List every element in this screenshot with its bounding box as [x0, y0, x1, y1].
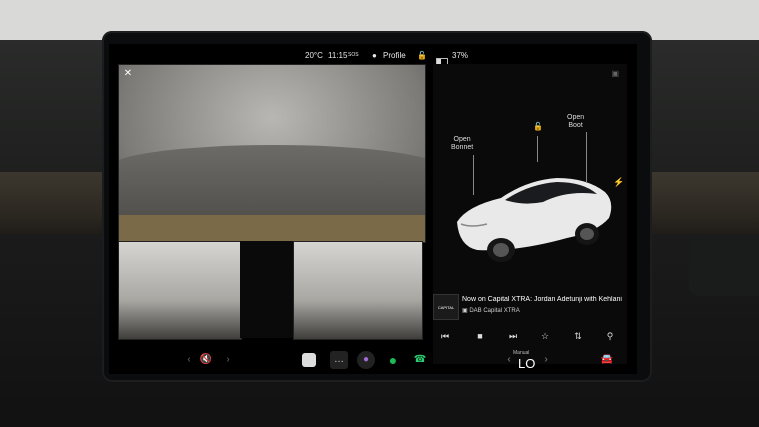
battery-percent: 37% [452, 51, 469, 60]
mute-icon[interactable]: 🔇 [197, 351, 215, 369]
left-repeater-camera-view[interactable] [118, 241, 242, 340]
climate-temp[interactable]: LO [518, 356, 535, 371]
previous-icon[interactable]: ⏮ [437, 328, 453, 344]
rear-camera-view[interactable] [118, 64, 426, 243]
right-repeater-camera-view[interactable] [293, 241, 423, 340]
app-launcher-icon[interactable] [302, 353, 316, 367]
spotify-icon[interactable]: ● [384, 351, 402, 369]
search-icon[interactable]: ⚲ [602, 328, 618, 344]
unlock-icon[interactable]: 🔓 [533, 122, 543, 131]
lock-icon[interactable]: 🔓 [417, 51, 427, 60]
rear-bumper [119, 215, 425, 242]
volume-left-chevron-icon[interactable]: ‹ [180, 351, 198, 369]
time-label: 11:15 [328, 51, 348, 60]
temperature-label: 20°C [305, 51, 323, 60]
bottom-dock: ‹ 🔇 › … ● ● ☎ Manual ‹ LO › 🚘 [109, 346, 637, 374]
equalizer-icon[interactable]: ⇅ [570, 328, 586, 344]
status-bar: 20°C 11:15 SOS ● Profile 🔓 37% [109, 44, 637, 66]
station-logo: CAPITAL [433, 294, 459, 320]
camera-divider [240, 241, 293, 338]
favorite-icon[interactable]: ☆ [537, 328, 553, 344]
open-bonnet-button[interactable]: Open Bonnet [451, 136, 473, 152]
stop-icon[interactable]: ■ [472, 328, 488, 344]
camera-toggle-icon[interactable]: ▣ [611, 69, 619, 78]
now-playing-title: Now on Capital XTRA: Jordan Adetunji wit… [462, 296, 622, 303]
close-icon[interactable]: ✕ [122, 68, 134, 80]
camera-app-icon[interactable]: ● [357, 351, 375, 369]
car-illustration [457, 178, 612, 262]
lock-callout-line [537, 136, 538, 162]
car-icon[interactable]: 🚘 [598, 351, 616, 369]
next-icon[interactable]: ⏭ [505, 328, 521, 344]
touchscreen: 20°C 11:15 SOS ● Profile 🔓 37% ✕ ▣ Open … [109, 44, 637, 374]
open-boot-button[interactable]: Open Boot [567, 114, 584, 130]
volume-right-chevron-icon[interactable]: › [219, 351, 237, 369]
profile-button[interactable]: Profile [383, 51, 406, 60]
profile-icon[interactable]: ● [372, 51, 377, 60]
media-controls: ⏮ ■ ⏭ ☆ ⇅ ⚲ [431, 326, 625, 346]
station-name: ▣ DAB Capital XTRA [462, 308, 520, 314]
more-icon[interactable]: … [330, 351, 348, 369]
temp-up-icon[interactable]: › [537, 351, 555, 369]
temp-down-icon[interactable]: ‹ [500, 351, 518, 369]
phone-icon[interactable]: ☎ [411, 351, 429, 369]
air-vent [689, 236, 759, 296]
sos-icon: SOS [348, 52, 359, 58]
